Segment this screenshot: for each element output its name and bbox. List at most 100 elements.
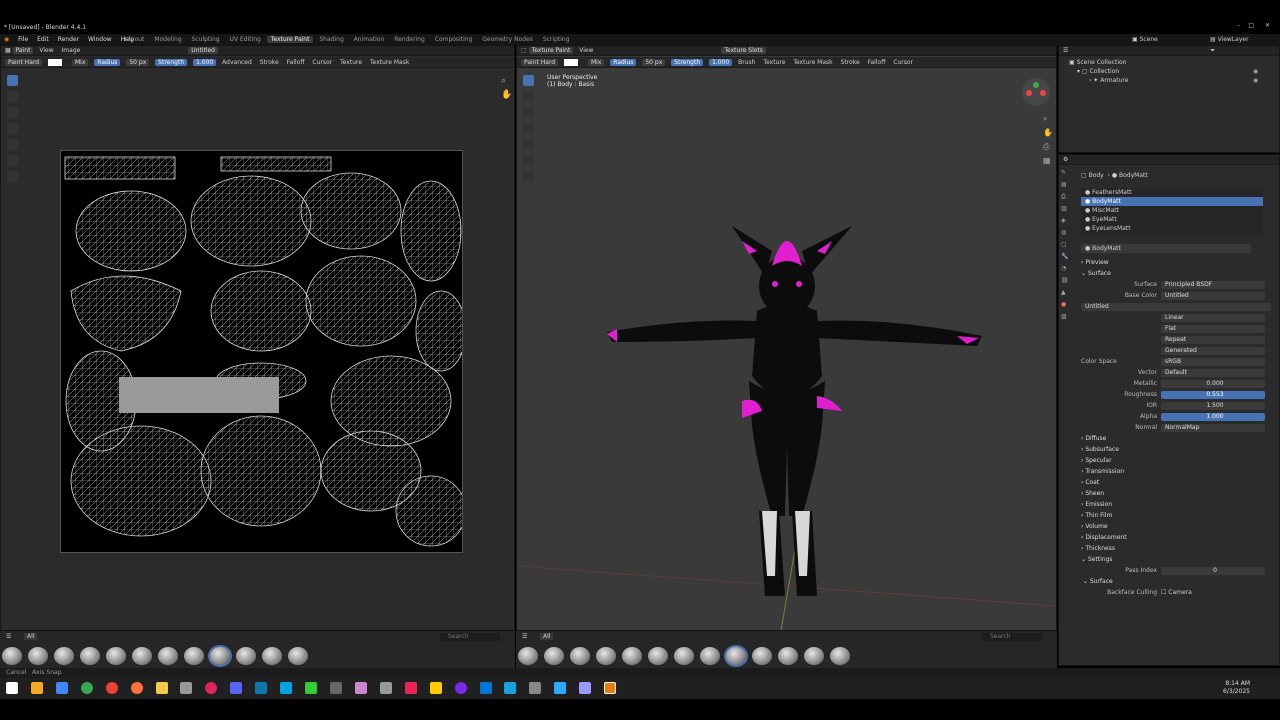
color-swatch[interactable] [48, 59, 63, 66]
brush-thumbnail[interactable] [158, 647, 178, 665]
menu-render[interactable]: Render [58, 36, 79, 43]
view-layer-selector[interactable]: ▤ ViewLayer [1210, 36, 1249, 43]
image-radius-value[interactable]: 50 px [126, 59, 150, 66]
shelf-search-input[interactable]: Search [440, 633, 500, 641]
brush-thumbnail[interactable] [28, 647, 48, 665]
app-icon[interactable] [180, 682, 193, 694]
shelf-all-tab[interactable]: All [24, 633, 38, 640]
tab-scripting[interactable]: Scripting [539, 36, 574, 43]
object-tab-icon[interactable]: ▢ [1061, 241, 1073, 253]
interpolation-select[interactable]: Linear [1161, 313, 1265, 322]
minimize-icon[interactable]: – [1237, 22, 1240, 29]
brush-thumbnail[interactable] [132, 647, 152, 665]
tab-uv-editing[interactable]: UV Editing [226, 36, 265, 43]
material-slot-item[interactable]: ● EyeMatt [1081, 215, 1263, 224]
material-datablock-field[interactable]: ● BodyMatt [1081, 244, 1251, 253]
tab-sculpting[interactable]: Sculpting [188, 36, 224, 43]
brush-thumbnail[interactable] [648, 647, 668, 665]
pass-index-field[interactable]: 0 [1161, 566, 1265, 575]
vp-shelf-search-input[interactable]: Search [982, 633, 1042, 641]
close-icon[interactable]: ✕ [1265, 22, 1270, 29]
brush-thumbnail[interactable] [544, 647, 564, 665]
image-menu-texture[interactable]: Texture [340, 59, 362, 66]
maximize-icon[interactable]: □ [1248, 22, 1254, 29]
subpanel-diffuse[interactable]: › Diffuse [1081, 433, 1277, 444]
world-tab-icon[interactable]: ◍ [1061, 229, 1073, 241]
scene-tab-icon[interactable]: ◈ [1061, 217, 1073, 229]
outliner-scene-collection[interactable]: ▣ Scene Collection [1069, 59, 1126, 66]
shelf-menu-icon[interactable]: ☰ [6, 633, 11, 640]
clone-tool-icon[interactable] [7, 123, 18, 134]
app-icon[interactable] [429, 682, 442, 694]
subpanel-coat[interactable]: › Coat [1081, 477, 1277, 488]
firefox-icon[interactable] [130, 682, 143, 694]
chrome-icon[interactable] [80, 682, 93, 694]
properties-type-icon[interactable]: ⚙ [1063, 156, 1068, 163]
pan-hand-icon[interactable]: ✋ [501, 90, 512, 100]
texture-tab-icon[interactable]: ▧ [1061, 313, 1073, 325]
discord-icon[interactable] [230, 682, 243, 694]
brush-thumbnail[interactable] [518, 647, 538, 665]
menu-file[interactable]: File [18, 36, 28, 43]
tab-animation[interactable]: Animation [350, 36, 389, 43]
photoshop-icon[interactable] [554, 682, 567, 694]
app-icon[interactable] [379, 682, 392, 694]
brush-thumbnail[interactable] [778, 647, 798, 665]
surface-shader-field[interactable]: Principled BSDF [1161, 280, 1265, 289]
brush-thumbnail-active[interactable] [726, 647, 746, 665]
image-menu-falloff[interactable]: Falloff [287, 59, 305, 66]
brush-thumbnail[interactable] [830, 647, 850, 665]
subpanel-subsurface[interactable]: › Subsurface [1081, 444, 1277, 455]
projection-select[interactable]: Flat [1161, 324, 1265, 333]
app-icon[interactable] [479, 682, 492, 694]
roughness-field[interactable]: 0.553 [1161, 390, 1265, 399]
settings-icon[interactable] [329, 682, 342, 694]
menu-edit[interactable]: Edit [37, 36, 49, 43]
ior-field[interactable]: 1.500 [1161, 401, 1265, 410]
image-menu-advanced[interactable]: Advanced [222, 59, 252, 66]
material-tab-icon[interactable]: ● [1061, 301, 1073, 313]
physics-tab-icon[interactable]: ◔ [1061, 265, 1073, 277]
brush-thumbnail-active[interactable] [210, 647, 230, 665]
subpanel-sheen[interactable]: › Sheen [1081, 488, 1277, 499]
tab-rendering[interactable]: Rendering [390, 36, 429, 43]
tab-layout[interactable]: Layout [120, 36, 148, 43]
brush-thumbnail[interactable] [80, 647, 100, 665]
brush-thumbnail[interactable] [2, 647, 22, 665]
editor-type-icon[interactable]: ▦ [5, 47, 13, 54]
surface-panel-header[interactable]: ⌄ Surface [1081, 268, 1277, 279]
app-icon[interactable] [579, 682, 592, 694]
render-tab-icon[interactable]: ▤ [1061, 181, 1073, 193]
visibility-eye-icon-2[interactable]: ◉ [1253, 77, 1258, 84]
extension-select[interactable]: Repeat [1161, 335, 1265, 344]
app-icon[interactable] [354, 682, 367, 694]
uv-texture-image[interactable] [60, 150, 463, 553]
fill-tool-icon[interactable] [7, 139, 18, 150]
app-icon[interactable] [504, 682, 517, 694]
brush-thumbnail[interactable] [54, 647, 74, 665]
data-tab-icon[interactable]: ▲ [1061, 289, 1073, 301]
blender-taskbar-icon[interactable] [604, 682, 617, 694]
tab-modeling[interactable]: Modeling [150, 36, 185, 43]
image-strength-value[interactable]: 1.000 [193, 59, 217, 66]
app-icon[interactable] [55, 682, 68, 694]
brush-thumbnail[interactable] [752, 647, 772, 665]
panel-thickness[interactable]: › Thickness [1081, 543, 1277, 554]
image-node-field[interactable]: Untitled [1081, 302, 1271, 311]
image-menu-stroke[interactable]: Stroke [260, 59, 279, 66]
mask-tool-icon[interactable] [7, 155, 18, 166]
tool-tab-icon[interactable]: ✎ [1061, 169, 1073, 181]
material-slot-item[interactable]: ● MiscMatt [1081, 206, 1263, 215]
app-icon[interactable] [529, 682, 542, 694]
material-slot-item[interactable]: ● FeathersMatt [1081, 188, 1263, 197]
zoom-icon[interactable]: ⌕ [501, 76, 506, 86]
vector-field[interactable]: Default [1161, 368, 1265, 377]
image-brush-select[interactable]: Paint Hard [5, 59, 43, 66]
annotate-tool-icon[interactable] [7, 171, 18, 182]
image-name-field[interactable]: Untitled [188, 47, 218, 54]
app-icon[interactable] [105, 682, 118, 694]
tab-shading[interactable]: Shading [315, 36, 347, 43]
modifier-tab-icon[interactable]: 🔧 [1061, 253, 1073, 265]
brush-thumbnail[interactable] [262, 647, 282, 665]
material-slot-item-selected[interactable]: ● BodyMatt [1081, 197, 1263, 206]
